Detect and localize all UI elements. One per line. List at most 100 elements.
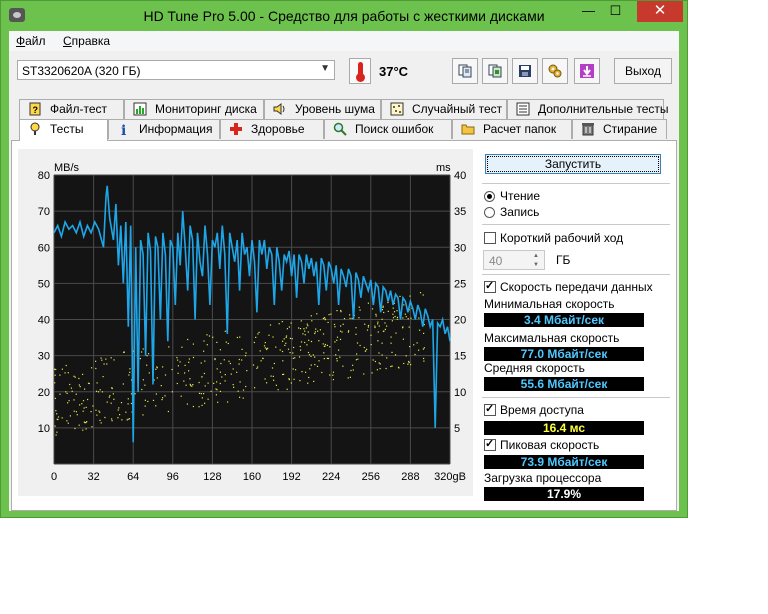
access-time-point [381,342,383,344]
access-time-point [324,343,326,346]
access-time-point [310,315,312,317]
access-time-point [201,376,203,378]
tab-folder-usage[interactable]: Расчет папок [452,119,572,139]
access-time-point [112,393,114,395]
access-time-point [111,420,113,422]
access-time-point [336,339,338,341]
access-time-point [198,381,200,384]
access-time-point [108,396,110,398]
tab-random-test[interactable]: Случайный тест [381,99,507,119]
access-time-point [405,355,407,357]
access-time-point [323,317,326,319]
access-time-point [282,360,284,362]
access-time-point [85,406,87,408]
access-time-point [239,381,241,383]
access-time-point [192,405,194,408]
access-time-point [167,410,169,413]
tab-info[interactable]: i Информация [108,119,220,139]
access-time-point [378,352,380,354]
access-time-point [332,374,334,376]
tab-benchmark[interactable]: Тесты [19,119,108,141]
tab-error-scan[interactable]: Поиск ошибок [324,119,452,139]
transfer-rate-checkbox[interactable] [484,279,496,293]
read-radio[interactable] [484,191,495,202]
minimize-button[interactable]: — [575,1,602,22]
access-time-point [82,410,84,412]
tab-extra-tests[interactable]: Дополнительные тесты [507,99,668,119]
y-left-unit: MB/s [54,162,80,174]
access-time-point [315,328,317,330]
spin-up-icon[interactable]: ▲ [530,252,542,260]
title-bar[interactable]: HD Tune Pro 5.00 - Средство для работы с… [1,1,687,30]
access-time-checkbox[interactable] [484,402,496,416]
short-stroke-checkbox[interactable] [484,232,496,244]
menu-file[interactable]: Файл [16,34,46,48]
separator [482,397,670,398]
access-time-point [423,360,425,362]
tab-disk-monitor[interactable]: Мониторинг диска [124,99,264,119]
min-speed-value: 3.4 Мбайт/сек [484,313,644,327]
access-time-point [395,332,397,334]
access-time-point [377,340,379,342]
x-tick: 0 [51,471,57,483]
access-time-point [54,374,56,376]
drive-select[interactable]: ST3320620A (320 ГБ) ▼ [17,60,335,80]
start-button[interactable]: Запустить [485,154,661,174]
copy-text-button[interactable] [452,58,478,84]
options-button[interactable] [542,58,568,84]
access-time-point [242,389,245,391]
exit-button[interactable]: Выход [614,58,672,84]
access-time-point [347,331,349,333]
tab-health[interactable]: Здоровье [220,119,324,139]
spin-down-icon[interactable]: ▼ [530,261,542,269]
tab-erase[interactable]: Стирание [572,119,667,139]
burst-rate-checkbox[interactable] [484,437,496,451]
access-time-point [348,330,350,332]
access-time-point [96,390,98,392]
x-tick: 224 [322,471,340,483]
access-time-point [335,354,337,356]
access-time-value: 16.4 мс [484,421,644,435]
access-time-point [304,341,306,344]
menu-help[interactable]: Справка [63,34,110,48]
access-time-point [367,326,369,328]
access-time-point [306,344,308,346]
tab-noise-level[interactable]: Уровень шума [264,99,381,119]
y-right-tick: 25 [454,278,466,290]
write-radio[interactable] [484,207,495,218]
access-time-label: Время доступа [500,403,584,417]
access-time-point [84,388,86,390]
access-time-point [142,379,144,381]
benchmark-chart-area: MB/s ms 80 70 60 50 40 30 20 10 40 35 30 25 20 15 10 5 0 32… [18,149,473,496]
access-time-point [259,350,261,352]
short-stroke-unit: ГБ [556,253,571,267]
save-button[interactable] [512,58,538,84]
tab-file-test[interactable]: ? Файл-тест [19,99,124,119]
access-time-point [229,362,231,365]
access-time-point [397,366,400,368]
maximize-button[interactable]: ☐ [602,1,629,22]
app-window: HD Tune Pro 5.00 - Средство для работы с… [0,0,688,518]
separator [482,183,670,184]
access-time-point [111,418,113,420]
access-time-point [128,418,131,420]
access-time-point [266,348,268,350]
close-button[interactable]: ✕ [637,1,683,22]
client-area: Файл Справка ST3320620A (320 ГБ) ▼ 37°C … [9,31,679,511]
access-time-point [56,413,58,415]
access-time-point [125,411,127,413]
copy-screenshot-button[interactable] [482,58,508,84]
short-stroke-stepper[interactable]: 40 ▲ ▼ [483,250,545,270]
access-time-point [322,317,324,320]
access-time-point [318,360,320,362]
download-button[interactable] [574,58,600,84]
access-time-point [308,354,311,356]
access-time-point [330,313,332,315]
info-icon: i [121,123,126,136]
access-time-point [324,318,326,320]
access-time-point [79,404,81,406]
short-stroke-label: Короткий рабочий ход [500,231,624,245]
access-time-point [292,352,294,354]
access-time-point [310,355,312,357]
access-time-point [355,327,357,329]
